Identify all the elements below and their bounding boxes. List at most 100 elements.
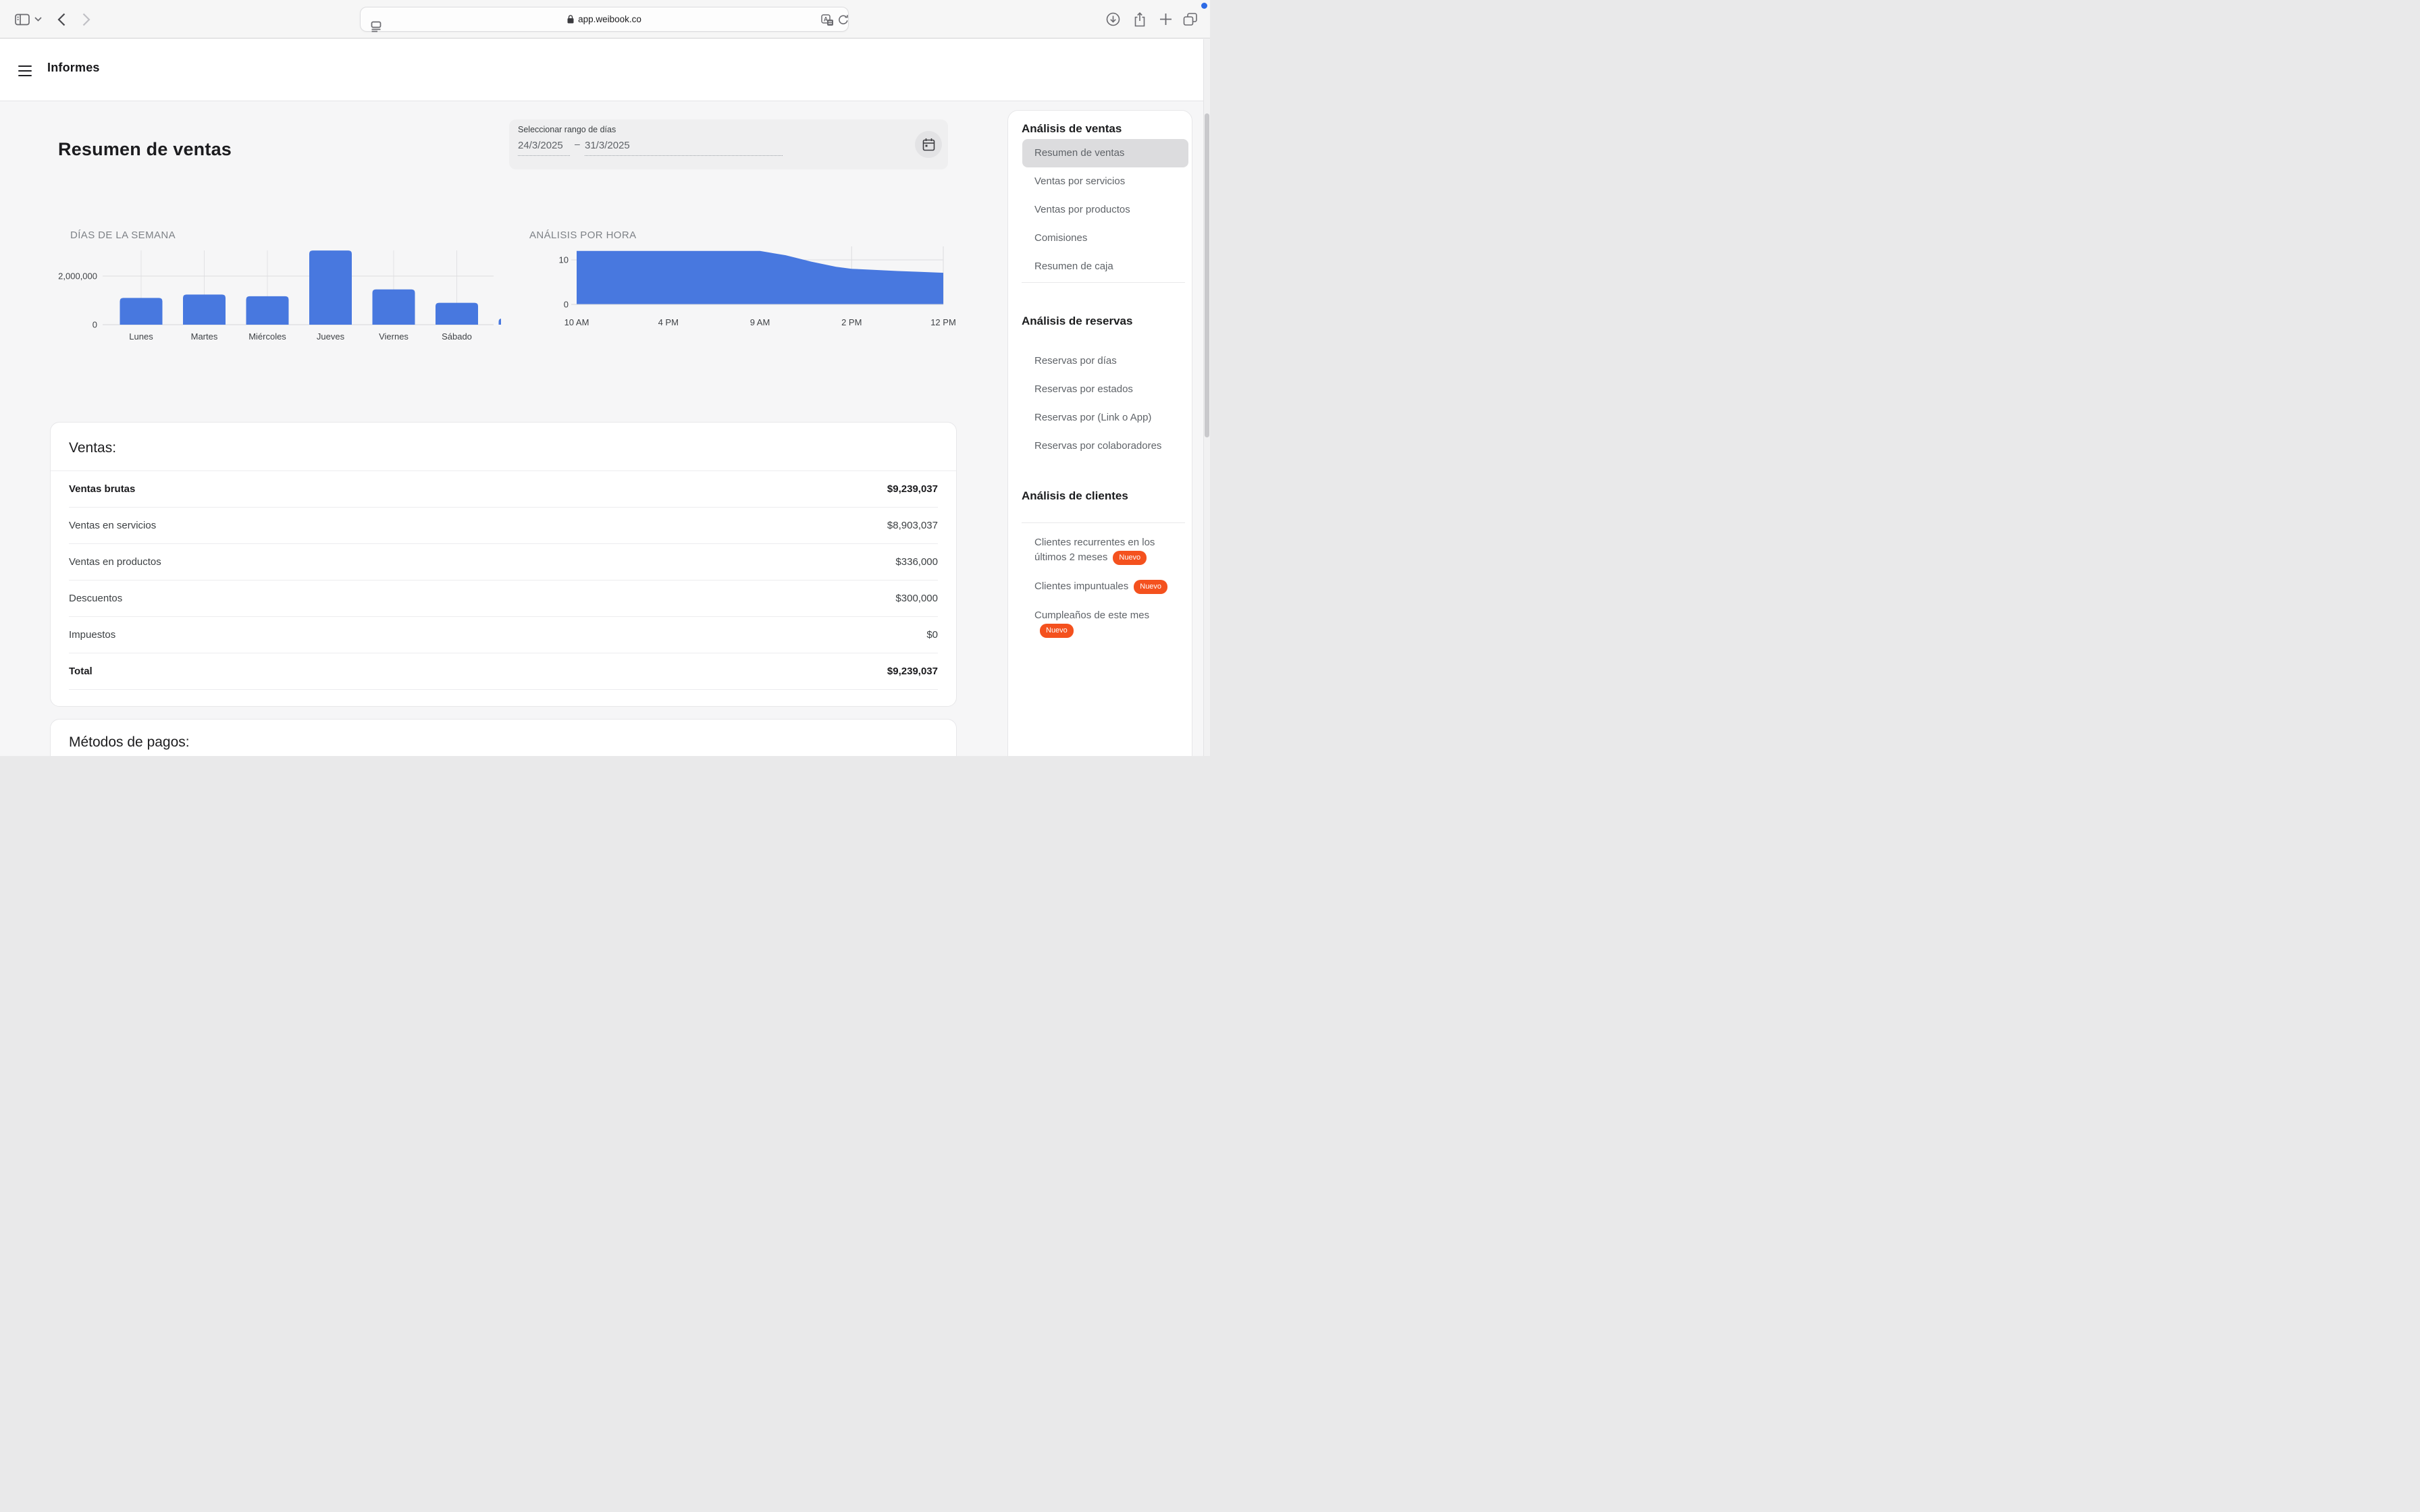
calendar-button[interactable]	[915, 131, 942, 158]
sidebar-section: Análisis de clientesClientes recurrentes…	[1008, 489, 1192, 645]
sales-row-value: $336,000	[895, 556, 938, 568]
sidebar-item-label: Comisiones	[1034, 232, 1087, 244]
sales-row-value: $8,903,037	[887, 520, 938, 531]
sales-card-title: Ventas:	[51, 423, 956, 470]
sidebar-toggle-icon[interactable]	[14, 0, 31, 38]
sales-table-row: Impuestos $0	[51, 617, 956, 653]
sidebar-item[interactable]: Clientes impuntuales Nuevo	[1008, 572, 1192, 601]
sidebar-section: Análisis de ventas Resumen de ventas Venta…	[1008, 122, 1192, 283]
sidebar-item[interactable]: Clientes recurrentes en los últimos 2 me…	[1008, 529, 1192, 572]
sidebar-chevron-icon[interactable]	[33, 0, 43, 38]
hourly-area-chart: ANÁLISIS POR HORA 0 10 10 AM 4 PM 9 AM 2 PM 12…	[520, 227, 955, 346]
sidebar-item[interactable]: Ventas por productos	[1008, 196, 1192, 224]
svg-text:Viernes: Viernes	[379, 331, 409, 342]
browser-toolbar: app.weibook.co A	[0, 0, 1210, 38]
area-chart-title: ANÁLISIS POR HORA	[529, 227, 955, 244]
sidebar-item[interactable]: Reservas por estados	[1008, 375, 1192, 404]
app-header: Informes	[0, 39, 1210, 101]
svg-text:Martes: Martes	[191, 331, 218, 342]
payments-card-title: Métodos de pagos:	[51, 720, 956, 756]
bar-chart-title: DÍAS DE LA SEMANA	[70, 227, 501, 244]
forward-button[interactable]	[79, 0, 94, 38]
calendar-icon	[922, 138, 935, 151]
date-range-picker: Seleccionar rango de días 24/3/2025 – 31…	[509, 119, 948, 169]
sales-table-row: Total$9,239,037	[51, 653, 956, 689]
sidebar-item[interactable]: Ventas por servicios	[1008, 167, 1192, 196]
svg-text:2 PM: 2 PM	[841, 317, 862, 327]
sales-row-label: Descuentos	[69, 593, 122, 604]
page-title: Resumen de ventas	[58, 139, 232, 160]
sidebar-item-label: Reservas por estados	[1034, 383, 1133, 395]
svg-text:2,000,000: 2,000,000	[58, 271, 97, 281]
sidebar-item-label: Clientes impuntuales	[1034, 580, 1128, 592]
back-button[interactable]	[54, 0, 69, 38]
sales-row-value: $9,239,037	[887, 483, 938, 495]
address-bar[interactable]: app.weibook.co A	[360, 7, 849, 32]
sidebar-section-heading: Análisis de reservas	[1022, 314, 1178, 329]
new-tab-icon[interactable]	[1156, 0, 1175, 38]
sidebar-item-label: Ventas por servicios	[1034, 176, 1125, 187]
sidebar-item[interactable]: Cumpleaños de este mesNuevo	[1008, 601, 1192, 645]
sales-table-row: Ventas en servicios $8,903,037	[51, 508, 956, 543]
svg-text:10: 10	[559, 255, 569, 265]
weekday-bar-chart: DÍAS DE LA SEMANA 02,000,000LunesMartesM…	[47, 227, 501, 346]
new-badge: Nuevo	[1134, 580, 1167, 594]
date-to-input[interactable]: 31/3/2025	[585, 140, 783, 156]
sales-row-label: Impuestos	[69, 629, 115, 641]
date-from-input[interactable]: 24/3/2025	[518, 140, 570, 156]
lock-icon	[567, 15, 574, 24]
sidebar-item-label: Reservas por (Link o App)	[1034, 412, 1151, 423]
sales-table-row: Ventas brutas $9,239,037	[51, 471, 956, 507]
sidebar-section: Análisis de reservas Reservas por días Res…	[1008, 314, 1192, 460]
divider	[1022, 522, 1185, 523]
sidebar-item[interactable]: Resumen de ventas	[1022, 139, 1188, 167]
sales-row-label: Ventas en servicios	[69, 520, 156, 531]
sidebar-item-label: Ventas por productos	[1034, 204, 1130, 215]
share-icon[interactable]	[1130, 0, 1149, 38]
tab-overview-icon[interactable]	[1180, 0, 1201, 38]
sidebar-section-heading: Análisis de ventas	[1022, 122, 1178, 136]
safari-window: app.weibook.co A	[0, 0, 1210, 756]
svg-text:0: 0	[93, 320, 97, 330]
sales-row-value: $0	[926, 629, 938, 641]
sidebar-item[interactable]: Comisiones	[1008, 224, 1192, 252]
date-range-label: Seleccionar rango de días	[518, 125, 616, 134]
date-separator: –	[575, 138, 580, 149]
sales-row-value: $300,000	[895, 593, 938, 604]
reports-sidebar: Análisis de ventas Resumen de ventas Venta…	[1007, 110, 1192, 756]
sidebar-item[interactable]: Resumen de caja	[1008, 252, 1192, 281]
scrollbar-thumb[interactable]	[1205, 113, 1209, 437]
reload-icon[interactable]	[835, 7, 851, 32]
sidebar-item[interactable]: Reservas por (Link o App)	[1008, 404, 1192, 432]
sidebar-item-label: Reservas por días	[1034, 355, 1117, 367]
svg-text:9 AM: 9 AM	[750, 317, 770, 327]
area-chart-plot: 0 10 10 AM 4 PM 9 AM 2 PM 12 PM	[520, 244, 955, 346]
divider	[1022, 282, 1185, 283]
sales-table-row: Descuentos $300,000	[51, 580, 956, 616]
translate-icon[interactable]: A	[818, 7, 836, 32]
sales-row-label: Total	[69, 666, 93, 677]
payment-methods-card: Métodos de pagos:	[50, 719, 957, 756]
svg-text:Miércoles: Miércoles	[248, 331, 286, 342]
window-scrollbar[interactable]	[1203, 39, 1210, 756]
svg-text:Sábado: Sábado	[442, 331, 472, 342]
sales-summary-card: Ventas: Ventas brutas $9,239,037 Ventas en…	[50, 422, 957, 707]
menu-icon[interactable]	[18, 65, 32, 76]
notification-dot	[1201, 3, 1207, 9]
sidebar-item[interactable]: Reservas por colaboradores	[1008, 432, 1192, 460]
bar-chart-plot: 02,000,000LunesMartesMiércolesJuevesVier…	[47, 244, 501, 346]
sidebar-item-label: Reservas por colaboradores	[1034, 440, 1161, 452]
svg-text:0: 0	[564, 300, 569, 310]
sidebar-item-label: Resumen de ventas	[1034, 147, 1124, 159]
sidebar-item-label: Cumpleaños de este mes	[1034, 610, 1149, 621]
svg-text:10 AM: 10 AM	[564, 317, 589, 327]
svg-text:Jueves: Jueves	[317, 331, 345, 342]
downloads-icon[interactable]	[1103, 0, 1122, 38]
svg-text:12 PM: 12 PM	[930, 317, 955, 327]
svg-text:4 PM: 4 PM	[658, 317, 679, 327]
sales-row-label: Ventas brutas	[69, 483, 135, 495]
sidebar-item-label: Resumen de caja	[1034, 261, 1113, 272]
sales-row-label: Ventas en productos	[69, 556, 161, 568]
sidebar-item[interactable]: Reservas por días	[1008, 347, 1192, 375]
app-title: Informes	[47, 61, 100, 75]
